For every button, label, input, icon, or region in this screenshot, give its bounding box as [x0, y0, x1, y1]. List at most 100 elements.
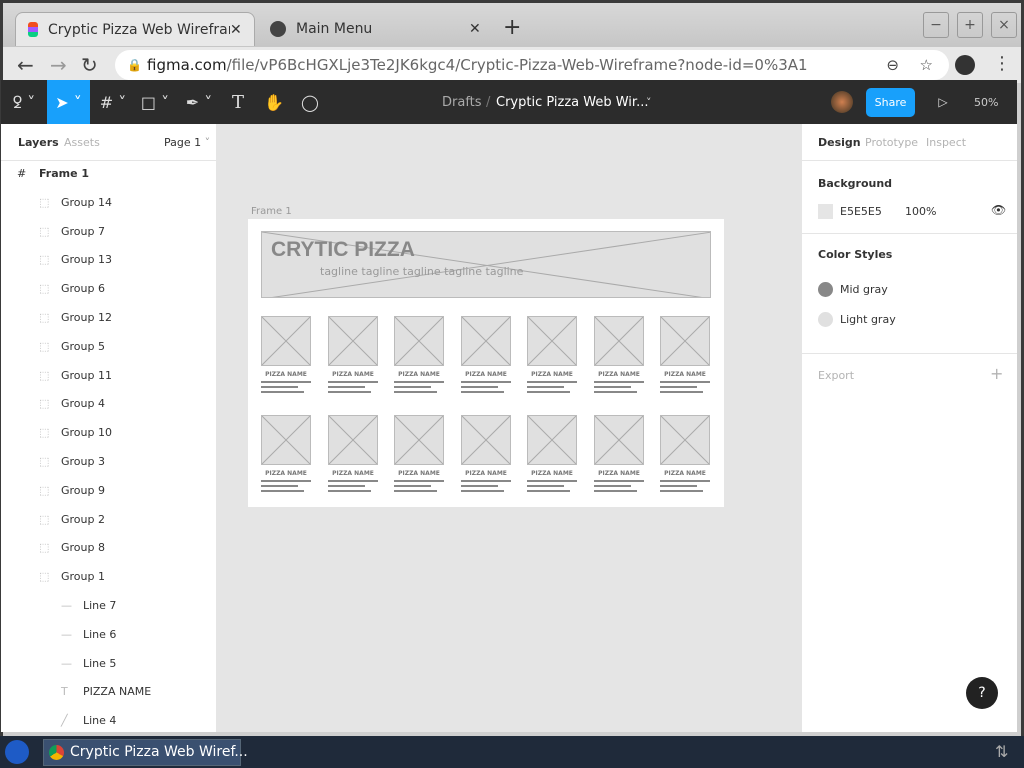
- layer-item[interactable]: ⬚ Group 4: [39, 394, 105, 414]
- text-tool-icon[interactable]: T: [223, 80, 253, 124]
- layer-item[interactable]: ╱ Line 4: [61, 711, 116, 731]
- text-line: [660, 386, 697, 388]
- file-name[interactable]: Cryptic Pizza Web Wir...: [496, 80, 648, 124]
- layers-panel: Layers Assets Page 1 ˅ # Frame 1 ⬚ Group 14…: [1, 124, 217, 732]
- taskbar-window-button[interactable]: Cryptic Pizza Web Wiref...: [43, 739, 248, 766]
- avatar[interactable]: [831, 91, 853, 113]
- pizza-card[interactable]: PIZZA NAME: [660, 415, 710, 492]
- forward-icon[interactable]: →: [50, 53, 67, 77]
- tab-main-menu[interactable]: Main Menu ✕: [258, 12, 493, 46]
- pizza-card[interactable]: PIZZA NAME: [328, 316, 378, 393]
- layer-item[interactable]: ⬚ Group 8: [39, 538, 105, 558]
- layer-item[interactable]: — Line 6: [61, 625, 116, 645]
- background-opacity[interactable]: 100%: [905, 205, 936, 218]
- tab-assets[interactable]: Assets: [64, 136, 100, 149]
- tab-prototype[interactable]: Prototype: [865, 136, 918, 149]
- pizza-card[interactable]: PIZZA NAME: [527, 415, 577, 492]
- layer-item[interactable]: — Line 7: [61, 596, 116, 616]
- layer-item[interactable]: ⬚ Group 2: [39, 510, 105, 530]
- layer-item[interactable]: ⬚ Group 10: [39, 423, 112, 443]
- breadcrumb-drafts[interactable]: Drafts: [442, 80, 482, 124]
- layer-item[interactable]: ⬚ Group 12: [39, 308, 112, 328]
- share-button[interactable]: Share: [866, 88, 915, 117]
- hero-banner[interactable]: CRYTIC PIZZA tagline tagline tagline tag…: [261, 231, 711, 298]
- pizza-card[interactable]: PIZZA NAME: [394, 415, 444, 492]
- pen-tool-icon[interactable]: ✒ ˅: [179, 80, 219, 124]
- layer-item[interactable]: # Frame 1: [17, 164, 89, 184]
- minimize-button[interactable]: −: [923, 12, 949, 38]
- canvas[interactable]: Frame 1 CRYTIC PIZZA tagline tagline tag…: [217, 124, 801, 732]
- network-icon[interactable]: ⇅: [995, 742, 1008, 761]
- layer-item[interactable]: ⬚ Group 1: [39, 567, 105, 587]
- layer-name: PIZZA NAME: [83, 685, 152, 699]
- layer-item[interactable]: ⬚ Group 9: [39, 481, 105, 501]
- pizza-card[interactable]: PIZZA NAME: [261, 316, 311, 393]
- layer-name: Group 9: [61, 483, 105, 497]
- url-input[interactable]: 🔒 figma.com/file/vP6BcHGXLje3Te2JK6kgc4/…: [115, 50, 949, 80]
- pizza-card[interactable]: PIZZA NAME: [461, 316, 511, 393]
- image-placeholder: [594, 316, 644, 366]
- figma-menu-icon[interactable]: ꝿ ˅: [1, 80, 47, 124]
- menu-dots-icon[interactable]: ⋮: [993, 53, 1011, 74]
- text-line: [527, 490, 570, 492]
- layer-item[interactable]: ⬚ Group 14: [39, 193, 112, 213]
- mid-gray-swatch[interactable]: [818, 282, 833, 297]
- pizza-card[interactable]: PIZZA NAME: [527, 316, 577, 393]
- layer-item[interactable]: ⬚ Group 6: [39, 279, 105, 299]
- image-placeholder: [461, 415, 511, 465]
- layer-item[interactable]: ⬚ Group 13: [39, 250, 112, 270]
- present-play-icon[interactable]: ▷: [933, 80, 953, 124]
- rectangle-tool-icon[interactable]: □ ˅: [135, 80, 175, 124]
- layer-item[interactable]: ⬚ Group 3: [39, 452, 105, 472]
- comment-tool-icon[interactable]: ◯: [295, 80, 325, 124]
- tab-layers[interactable]: Layers: [18, 136, 59, 149]
- light-gray-swatch[interactable]: [818, 312, 833, 327]
- pizza-card[interactable]: PIZZA NAME: [261, 415, 311, 492]
- pizza-card[interactable]: PIZZA NAME: [594, 316, 644, 393]
- layer-item[interactable]: ⬚ Group 5: [39, 337, 105, 357]
- text-line: [527, 381, 577, 383]
- layer-name: Group 11: [61, 368, 112, 382]
- reload-icon[interactable]: ↻: [81, 53, 98, 77]
- layer-item[interactable]: ⬚ Group 11: [39, 366, 112, 386]
- style-light-gray[interactable]: Light gray: [840, 313, 896, 326]
- layer-item[interactable]: — Line 5: [61, 654, 116, 674]
- zoom-out-icon[interactable]: ⊖: [886, 50, 899, 80]
- bookmark-star-icon[interactable]: ☆: [920, 50, 933, 80]
- pizza-card[interactable]: PIZZA NAME: [660, 316, 710, 393]
- add-export-icon[interactable]: +: [990, 364, 1003, 383]
- start-menu-icon[interactable]: [5, 740, 29, 764]
- group-layer-icon: ⬚: [39, 455, 50, 468]
- profile-icon[interactable]: [955, 55, 975, 75]
- layer-item[interactable]: ⬚ Group 7: [39, 222, 105, 242]
- wireframe-frame[interactable]: CRYTIC PIZZA tagline tagline tagline tag…: [248, 219, 724, 507]
- pizza-card[interactable]: PIZZA NAME: [594, 415, 644, 492]
- tab-figma[interactable]: Cryptic Pizza Web Wireframe ✕: [15, 12, 255, 46]
- hand-tool-icon[interactable]: ✋: [259, 80, 289, 124]
- pizza-card[interactable]: PIZZA NAME: [461, 415, 511, 492]
- background-hex[interactable]: E5E5E5: [840, 205, 882, 218]
- chevron-down-icon[interactable]: ˅: [646, 80, 652, 124]
- eye-icon[interactable]: 👁: [991, 203, 1006, 217]
- layer-item[interactable]: T PIZZA NAME: [61, 682, 151, 702]
- pizza-card[interactable]: PIZZA NAME: [394, 316, 444, 393]
- tab-design[interactable]: Design: [818, 136, 861, 149]
- frame-label[interactable]: Frame 1: [251, 206, 292, 217]
- help-button[interactable]: ?: [966, 677, 998, 709]
- close-tab-icon[interactable]: ✕: [230, 22, 254, 38]
- tab-inspect[interactable]: Inspect: [926, 136, 966, 149]
- maximize-button[interactable]: +: [957, 12, 983, 38]
- close-tab-icon[interactable]: ✕: [469, 21, 493, 37]
- move-tool-icon[interactable]: ➤ ˅: [47, 80, 90, 124]
- pizza-card[interactable]: PIZZA NAME: [328, 415, 378, 492]
- background-swatch[interactable]: [818, 204, 833, 219]
- back-icon[interactable]: ←: [17, 53, 34, 77]
- style-mid-gray[interactable]: Mid gray: [840, 283, 888, 296]
- group-layer-icon: ⬚: [39, 368, 50, 382]
- frame-tool-icon[interactable]: # ˅: [93, 80, 133, 124]
- text-line: [261, 391, 304, 393]
- close-window-button[interactable]: ×: [991, 12, 1017, 38]
- new-tab-button[interactable]: +: [503, 15, 521, 40]
- page-selector[interactable]: Page 1 ˅: [164, 136, 210, 149]
- zoom-level[interactable]: 50%: [974, 80, 998, 124]
